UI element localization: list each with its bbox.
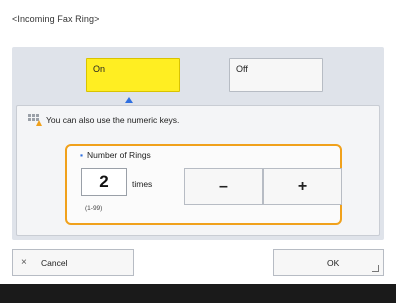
cancel-button-label: Cancel (41, 258, 68, 268)
page-title: <Incoming Fax Ring> (12, 14, 100, 24)
ok-button-label: OK (327, 258, 340, 268)
off-button[interactable]: Off (229, 58, 323, 92)
bullet-icon: ▪ (80, 150, 84, 160)
number-of-rings-text: Number of Rings (87, 150, 151, 160)
rings-value-field[interactable]: 2 (81, 168, 127, 196)
enter-corner-icon (372, 265, 379, 272)
rings-range: (1-99) (85, 205, 103, 212)
increment-button[interactable]: + (263, 168, 342, 205)
screen: <Incoming Fax Ring> On Off You can also … (0, 0, 396, 303)
on-button-label: On (93, 64, 106, 74)
off-button-label: Off (236, 64, 248, 74)
number-of-rings-label: ▪ Number of Rings (80, 150, 151, 160)
bottom-bar (0, 284, 396, 303)
rings-unit: times (132, 179, 153, 189)
decrement-button[interactable]: – (184, 168, 263, 205)
rings-subpanel: You can also use the numeric keys. ▪ Numb… (16, 105, 380, 236)
numeric-keys-hint: You can also use the numeric keys. (46, 115, 180, 125)
selection-indicator-icon (125, 97, 133, 103)
cancel-button[interactable]: × Cancel (12, 249, 134, 276)
settings-panel: On Off You can also use the numeric keys… (12, 47, 384, 240)
ok-button[interactable]: OK (273, 249, 384, 276)
number-of-rings-group: ▪ Number of Rings 2 times (1-99) – + (65, 144, 342, 225)
numeric-keypad-icon (28, 114, 42, 126)
close-icon: × (21, 257, 27, 268)
on-button[interactable]: On (86, 58, 180, 92)
